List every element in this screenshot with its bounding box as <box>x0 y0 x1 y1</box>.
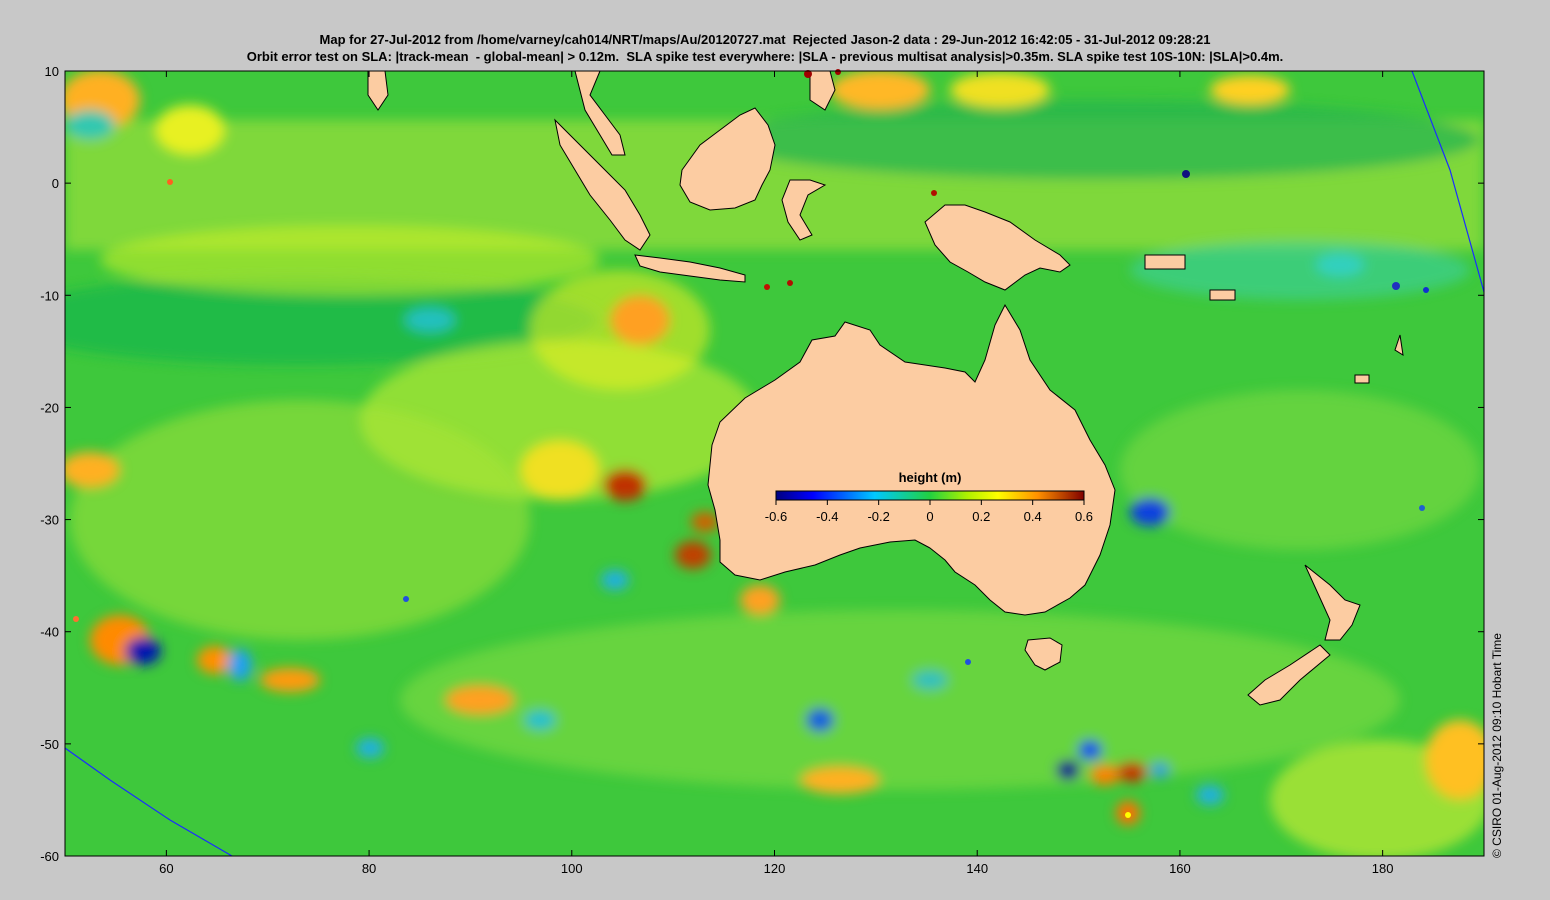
sla-map: 60 80 100 120 140 160 180 100-10-20-30-40-50-6… <box>40 64 1485 876</box>
y-tick-label: -60 <box>40 849 59 864</box>
colorbar-tick-label: 0.6 <box>1075 509 1093 524</box>
x-tick-label: 100 <box>561 861 583 876</box>
x-tick-label: 160 <box>1169 861 1191 876</box>
credit-text: © CSIRO 01-Aug-2012 09:10 Hobart Time <box>1490 633 1504 858</box>
colorbar-tick-label: 0.2 <box>972 509 990 524</box>
colorbar-tick-label: -0.4 <box>816 509 838 524</box>
colorbar-title: height (m) <box>899 470 962 485</box>
colorbar-tick-label: -0.2 <box>867 509 889 524</box>
colorbar-tick-label: 0.4 <box>1024 509 1042 524</box>
y-tick-label: -20 <box>40 400 59 415</box>
x-tick-label: 180 <box>1372 861 1394 876</box>
y-tick-label: -30 <box>40 513 59 528</box>
title-line-1: Map for 27-Jul-2012 from /home/varney/ca… <box>319 32 1211 47</box>
colorbar-gradient <box>775 490 1085 501</box>
x-tick-label: 60 <box>159 861 173 876</box>
y-tick-label: 0 <box>52 176 59 191</box>
colorbar-tick-label: -0.6 <box>765 509 787 524</box>
y-tick-label: -50 <box>40 737 59 752</box>
y-tick-label: -40 <box>40 625 59 640</box>
x-tick-label: 80 <box>362 861 376 876</box>
x-tick-label: 140 <box>966 861 988 876</box>
x-tick-label: 120 <box>764 861 786 876</box>
title-line-2: Orbit error test on SLA: |track-mean - g… <box>246 49 1284 64</box>
y-tick-label: -10 <box>40 288 59 303</box>
y-tick-label: 10 <box>45 64 59 79</box>
colorbar-tick-label: 0 <box>926 509 933 524</box>
